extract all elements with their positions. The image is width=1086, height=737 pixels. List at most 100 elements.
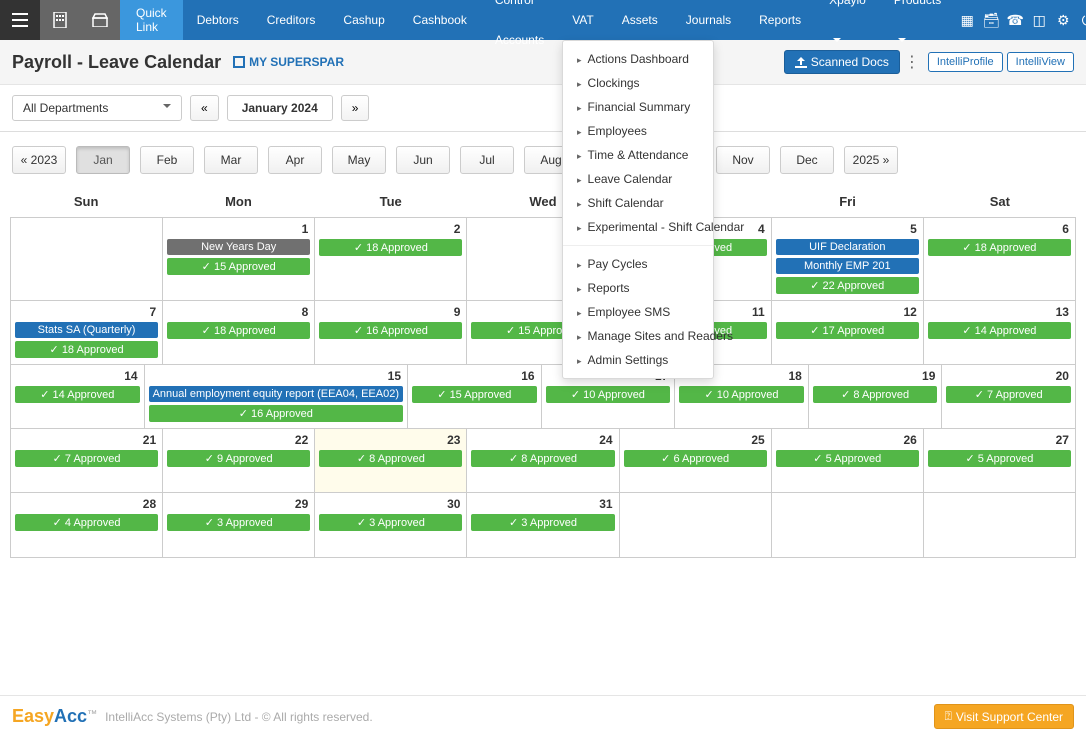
nav-cashbook[interactable]: Cashbook — [399, 0, 481, 40]
calendar-event[interactable]: 10 Approved — [546, 386, 671, 403]
calendar-cell[interactable]: 293 Approved — [163, 493, 315, 557]
calendar-cell[interactable]: 7Stats SA (Quarterly)18 Approved — [11, 301, 163, 365]
calendar-cell[interactable]: 198 Approved — [809, 365, 943, 429]
nav-debtors[interactable]: Debtors — [183, 0, 253, 40]
dropdown-item[interactable]: Shift Calendar — [563, 191, 713, 215]
gear-icon[interactable]: ⚙ — [1051, 12, 1075, 29]
dropdown-item[interactable]: Pay Cycles — [563, 252, 713, 276]
nav-xpaylo[interactable]: Xpaylo — [815, 0, 880, 60]
support-button[interactable]: ⍰ Visit Support Center — [934, 704, 1074, 729]
month-tab-2025 »[interactable]: 2025 » — [844, 146, 898, 174]
month-tab-may[interactable]: May — [332, 146, 386, 174]
building-icon[interactable] — [40, 0, 80, 40]
calendar-cell[interactable]: 218 Approved — [315, 218, 467, 301]
calendar-event[interactable]: 14 Approved — [15, 386, 140, 403]
calendar-event[interactable]: 3 Approved — [319, 514, 462, 531]
dropdown-item[interactable]: Financial Summary — [563, 95, 713, 119]
dropdown-item[interactable]: Manage Sites and Readers — [563, 324, 713, 348]
calendar-event[interactable]: 18 Approved — [167, 322, 310, 339]
window-icon[interactable]: ◫ — [1027, 12, 1051, 29]
nav-vat[interactable]: VAT — [558, 0, 608, 40]
nav-cashup[interactable]: Cashup — [329, 0, 398, 40]
calendar-event[interactable]: 18 Approved — [15, 341, 158, 358]
calendar-event[interactable]: 17 Approved — [776, 322, 919, 339]
month-tab-feb[interactable]: Feb — [140, 146, 194, 174]
calendar-event[interactable]: 18 Approved — [928, 239, 1071, 256]
calendar-cell[interactable]: 618 Approved — [924, 218, 1075, 301]
calendar-event[interactable]: Monthly EMP 201 — [776, 258, 919, 274]
quick-link[interactable]: Quick Link — [120, 0, 183, 40]
calendar-cell[interactable]: 229 Approved — [163, 429, 315, 493]
month-tab-« 2023[interactable]: « 2023 — [12, 146, 66, 174]
intelliview-button[interactable]: IntelliView — [1007, 52, 1074, 72]
calendar-event[interactable]: 5 Approved — [928, 450, 1071, 467]
calendar-event[interactable]: 8 Approved — [471, 450, 614, 467]
calendar-event[interactable]: 9 Approved — [167, 450, 310, 467]
calendar-event[interactable]: 3 Approved — [167, 514, 310, 531]
nav-products[interactable]: Products — [880, 0, 955, 60]
nav-assets[interactable]: Assets — [608, 0, 672, 40]
calendar-event[interactable]: 6 Approved — [624, 450, 767, 467]
calendar-event[interactable]: 16 Approved — [149, 405, 403, 422]
calendar-event[interactable]: 18 Approved — [319, 239, 462, 256]
archive-icon[interactable]: 🗃 — [979, 12, 1003, 29]
store-icon[interactable] — [80, 0, 120, 40]
calendar-event[interactable]: 14 Approved — [928, 322, 1071, 339]
month-tab-nov[interactable]: Nov — [716, 146, 770, 174]
calendar-event[interactable]: 7 Approved — [15, 450, 158, 467]
calendar-cell[interactable]: 818 Approved — [163, 301, 315, 365]
dropdown-item[interactable]: Employees — [563, 119, 713, 143]
dropdown-item[interactable]: Actions Dashboard — [563, 47, 713, 71]
calendar-cell[interactable]: 256 Approved — [620, 429, 772, 493]
month-tab-apr[interactable]: Apr — [268, 146, 322, 174]
calendar-cell[interactable]: 248 Approved — [467, 429, 619, 493]
nav-control-accounts[interactable]: Control Accounts — [481, 0, 558, 60]
calendar-event[interactable]: 7 Approved — [946, 386, 1071, 403]
dropdown-item[interactable]: Reports — [563, 276, 713, 300]
calendar-cell[interactable]: 284 Approved — [11, 493, 163, 557]
calendar-cell[interactable]: 303 Approved — [315, 493, 467, 557]
nav-creditors[interactable]: Creditors — [253, 0, 330, 40]
month-tab-jul[interactable]: Jul — [460, 146, 514, 174]
dropdown-item[interactable]: Employee SMS — [563, 300, 713, 324]
month-tab-jan[interactable]: Jan — [76, 146, 130, 174]
calendar-cell[interactable]: 916 Approved — [315, 301, 467, 365]
calendar-cell[interactable]: 5UIF DeclarationMonthly EMP 20122 Approv… — [772, 218, 924, 301]
phone-icon[interactable]: ☎ — [1003, 12, 1027, 29]
calendar-event[interactable]: 4 Approved — [15, 514, 158, 531]
calendar-event[interactable]: Annual employment equity report (EEA04, … — [149, 386, 403, 402]
calendar-event[interactable]: 15 Approved — [167, 258, 310, 275]
calendar-cell[interactable]: 1217 Approved — [772, 301, 924, 365]
calendar-cell[interactable]: 1New Years Day15 Approved — [163, 218, 315, 301]
dropdown-item[interactable]: Experimental - Shift Calendar — [563, 215, 713, 239]
calendar-cell[interactable]: 265 Approved — [772, 429, 924, 493]
calendar-cell[interactable]: 1414 Approved — [11, 365, 145, 429]
dropdown-item[interactable]: Leave Calendar — [563, 167, 713, 191]
calendar-event[interactable]: Stats SA (Quarterly) — [15, 322, 158, 338]
hamburger-icon[interactable] — [0, 0, 40, 40]
calendar-event[interactable]: New Years Day — [167, 239, 310, 255]
calendar-event[interactable]: 22 Approved — [776, 277, 919, 294]
nav-journals[interactable]: Journals — [672, 0, 745, 40]
month-tab-jun[interactable]: Jun — [396, 146, 450, 174]
dropdown-item[interactable]: Admin Settings — [563, 348, 713, 372]
calendar-cell[interactable] — [11, 218, 163, 301]
calendar-event[interactable]: 16 Approved — [319, 322, 462, 339]
calendar-event[interactable]: 10 Approved — [679, 386, 804, 403]
calendar-event[interactable]: 5 Approved — [776, 450, 919, 467]
calendar-cell[interactable]: 1314 Approved — [924, 301, 1075, 365]
calendar-event[interactable]: 8 Approved — [319, 450, 462, 467]
dropdown-item[interactable]: Clockings — [563, 71, 713, 95]
calendar-cell[interactable]: 1615 Approved — [408, 365, 542, 429]
month-tab-mar[interactable]: Mar — [204, 146, 258, 174]
calendar-event[interactable]: 3 Approved — [471, 514, 614, 531]
department-select[interactable]: All Departments — [12, 95, 182, 121]
nav-reports[interactable]: Reports — [745, 0, 815, 40]
calendar-cell[interactable] — [772, 493, 924, 557]
next-month-button[interactable]: » — [341, 95, 370, 121]
calendar-event[interactable]: 8 Approved — [813, 386, 938, 403]
dropdown-item[interactable]: Time & Attendance — [563, 143, 713, 167]
calendar-cell[interactable]: 313 Approved — [467, 493, 619, 557]
calendar-cell[interactable] — [924, 493, 1075, 557]
card-icon[interactable]: ▦ — [955, 12, 979, 29]
